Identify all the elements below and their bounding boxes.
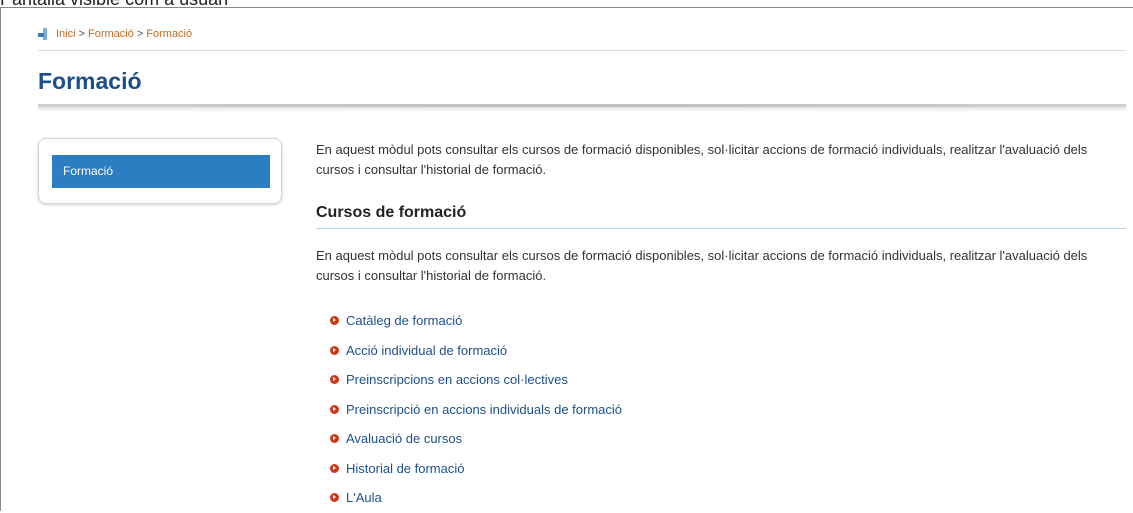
list-item: Preinscripció en accions individuals de … <box>330 395 622 425</box>
link-cataleg-formacio[interactable]: Catàleg de formació <box>346 313 462 328</box>
title-divider <box>38 104 1126 107</box>
link-list: Catàleg de formació Acció individual de … <box>330 306 622 513</box>
section-divider <box>316 228 1126 229</box>
intro-text: En aquest mòdul pots consultar els curso… <box>316 142 1088 177</box>
page-title: Formació <box>38 68 142 94</box>
bullet-arrow-icon <box>330 404 339 414</box>
link-preinscripcio-individuals[interactable]: Preinscripció en accions individuals de … <box>346 402 622 417</box>
section-heading: Cursos de formació <box>316 204 467 221</box>
link-historial-formacio[interactable]: Historial de formació <box>346 461 465 476</box>
sidebar-item-formacio[interactable]: Formació <box>52 155 270 188</box>
breadcrumb-divider <box>38 50 1126 51</box>
breadcrumb-separator: > <box>78 28 85 40</box>
breadcrumb-item-formacio[interactable]: Formació <box>88 27 134 41</box>
list-item: Avaluació de cursos <box>330 424 622 454</box>
list-item: Acció individual de formació <box>330 336 622 366</box>
bullet-arrow-icon <box>330 375 339 385</box>
bullet-arrow-icon <box>330 345 339 355</box>
sidebar-item-label: Formació <box>63 164 114 178</box>
sidebar: Formació <box>38 138 282 204</box>
breadcrumb-home-icon <box>38 28 50 40</box>
breadcrumb-item-formacio-current[interactable]: Formació <box>146 27 192 41</box>
bullet-arrow-icon <box>330 316 339 326</box>
link-laula[interactable]: L'Aula <box>346 490 382 505</box>
link-preinscripcions-collectives[interactable]: Preinscripcions en accions col·lectives <box>346 372 568 387</box>
bullet-arrow-icon <box>330 493 339 503</box>
breadcrumb-home-link[interactable]: Inici <box>56 27 76 41</box>
list-item: Catàleg de formació <box>330 306 622 336</box>
list-item: L'Aula <box>330 483 622 513</box>
breadcrumb: Inici > Formació > Formació <box>38 27 192 41</box>
main-content: En aquest mòdul pots consultar els curso… <box>316 140 1126 505</box>
link-avaluacio-cursos[interactable]: Avaluació de cursos <box>346 431 462 446</box>
bullet-arrow-icon <box>330 434 339 444</box>
link-accio-individual[interactable]: Acció individual de formació <box>346 343 507 358</box>
breadcrumb-separator: > <box>136 28 144 40</box>
list-item: Preinscripcions en accions col·lectives <box>330 365 622 395</box>
section-text: En aquest mòdul pots consultar els curso… <box>316 248 1088 283</box>
bullet-arrow-icon <box>330 463 339 473</box>
list-item: Historial de formació <box>330 454 622 484</box>
